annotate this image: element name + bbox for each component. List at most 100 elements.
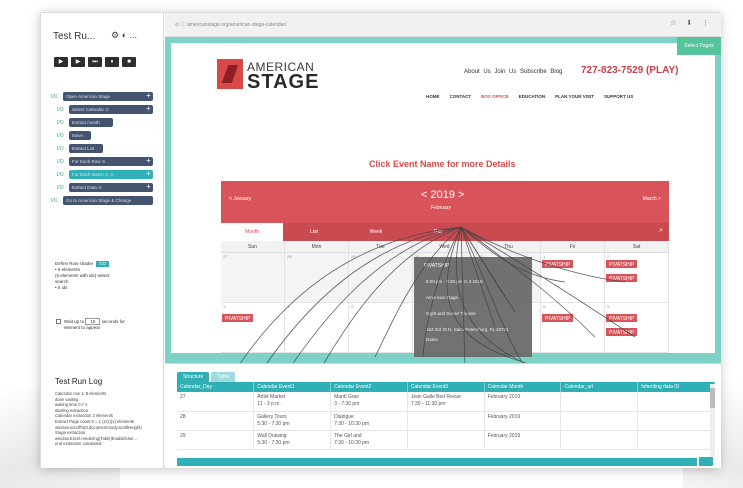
step-config: Define Row shader GO • 6 elements (6 elem… bbox=[55, 261, 155, 291]
event-chip[interactable]: PIVATSHIP bbox=[605, 273, 639, 283]
calendar-cell[interactable]: 5 bbox=[349, 303, 413, 353]
io-label: I/O bbox=[51, 197, 58, 204]
top-links[interactable]: About Us Join Us Subscribe Blog bbox=[464, 69, 562, 75]
io-label: I/O bbox=[57, 119, 64, 126]
tab-month[interactable]: Month bbox=[221, 223, 283, 241]
nav-home[interactable]: HOME bbox=[426, 94, 440, 99]
nav-contact[interactable]: CONTACT bbox=[450, 94, 472, 99]
weekday-label: Mon bbox=[285, 241, 349, 252]
url-text[interactable]: ⊙ ⓘ americanstage.org/american-stage-cal… bbox=[175, 21, 286, 28]
step-item[interactable]: I/O Go to American Stage & Change bbox=[51, 195, 163, 206]
step-box[interactable]: Extract Data ⊙ + bbox=[69, 183, 153, 192]
calendar-cell[interactable]: 4 bbox=[285, 303, 349, 353]
table-row[interactable]: 27 Artist Market 11 - 3 p.m. Mardi Gras … bbox=[177, 392, 715, 412]
step-box[interactable]: Extract List bbox=[69, 144, 103, 153]
panel-tabs: Structure Table bbox=[177, 372, 236, 382]
nav-plan-your-visit[interactable]: PLAN YOUR VISIT bbox=[555, 94, 594, 99]
tab-list[interactable]: List bbox=[283, 223, 345, 241]
settings-icon[interactable]: ⚙ ◐ ... bbox=[111, 30, 137, 41]
calendar-cell[interactable]: 29 bbox=[349, 253, 413, 303]
calendar-cell[interactable]: 27 bbox=[221, 253, 285, 303]
calendar-header: < January < 2019 > February March > bbox=[221, 181, 669, 223]
table-cell: Dialogue 7:30 - 10:30 pm bbox=[330, 411, 408, 431]
add-step-icon[interactable]: + bbox=[144, 183, 153, 192]
event-chip[interactable]: PIVATSHIP bbox=[605, 313, 639, 323]
step-box[interactable]: Select Calendar ⊙ + bbox=[69, 105, 153, 114]
event-chip[interactable]: PIVATSHIP bbox=[605, 327, 639, 337]
column-header[interactable]: Calendar Event3 bbox=[407, 382, 485, 392]
go-button[interactable]: GO bbox=[96, 261, 110, 267]
column-header[interactable]: Calendar_url bbox=[560, 382, 639, 392]
play-button[interactable]: ▶ bbox=[54, 57, 68, 67]
logo-text-stage[interactable]: STAGE bbox=[247, 71, 319, 94]
panel-footer-button[interactable] bbox=[699, 457, 713, 466]
log-line: end extraction calculated bbox=[55, 441, 102, 447]
address-bar[interactable]: ⊙ ⓘ americanstage.org/american-stage-cal… bbox=[165, 13, 721, 37]
step-item[interactable]: I/O Open American Stage + bbox=[51, 91, 163, 102]
step-box[interactable]: Go to American Stage & Change bbox=[63, 196, 153, 205]
tab-table[interactable]: Table bbox=[211, 372, 236, 382]
calendar-view-tabs: Month List Week Day ⌕ bbox=[221, 223, 669, 241]
step-box-selected[interactable]: For Each Match ⊙ ⊙ + bbox=[69, 170, 153, 179]
pause-button[interactable]: ⏸ bbox=[105, 57, 119, 67]
calendar-cell[interactable]: 28 bbox=[285, 253, 349, 303]
phone-number[interactable]: 727-823-7529 (PLAY) bbox=[581, 65, 678, 76]
step-item[interactable]: I/O Extract List bbox=[51, 143, 163, 154]
tab-day[interactable]: Day bbox=[407, 223, 469, 241]
step-box[interactable]: For Each Row ⊙ + bbox=[69, 157, 153, 166]
add-step-icon[interactable]: + bbox=[144, 170, 153, 179]
table-cell bbox=[560, 392, 639, 412]
column-header[interactable]: Calendar Event2 bbox=[330, 382, 408, 392]
step-item[interactable]: I/O Select Calendar ⊙ + bbox=[51, 104, 163, 115]
skip-button[interactable]: ⏭ bbox=[88, 57, 102, 67]
stop-button[interactable]: ■ bbox=[122, 57, 136, 67]
prev-month-link[interactable]: < January bbox=[229, 196, 251, 202]
column-header[interactable]: Calendar Month bbox=[484, 382, 562, 392]
table-row[interactable]: 28 Gallery Tours 5:30 - 7:30 pm Dialogue… bbox=[177, 411, 715, 431]
weekday-label: Wed bbox=[413, 241, 477, 252]
wait-checkbox[interactable] bbox=[56, 319, 61, 325]
browser-menu-icons[interactable]: ☆ ⬇ ⋮ bbox=[670, 19, 713, 27]
column-header[interactable]: Calendar Event1 bbox=[253, 382, 332, 392]
calendar-year[interactable]: < 2019 > bbox=[421, 189, 464, 201]
column-header[interactable]: Inheriting data ID bbox=[637, 382, 715, 392]
weekday-label: Fri bbox=[541, 241, 605, 252]
search-icon[interactable]: ⌕ bbox=[659, 227, 663, 235]
nav-box-office[interactable]: BOX OFFICE bbox=[481, 94, 509, 99]
nav-support-us[interactable]: SUPPORT US bbox=[604, 94, 633, 99]
tab-structure[interactable]: Structure bbox=[177, 372, 210, 382]
calendar-cell[interactable]: 3 bbox=[221, 303, 285, 353]
add-step-icon[interactable]: + bbox=[144, 157, 153, 166]
event-chip[interactable]: PIVATSHIP bbox=[605, 259, 639, 269]
wait-seconds-input[interactable]: 10 bbox=[85, 318, 101, 325]
tab-week[interactable]: Week bbox=[345, 223, 407, 241]
step-item[interactable]: I/O Move bbox=[51, 130, 163, 141]
step-box[interactable]: Move bbox=[69, 131, 91, 140]
table-row[interactable]: 29 Wall Drawing 5:30 - 7:30 pm The Girl … bbox=[177, 430, 715, 450]
event-chip[interactable]: PIVATSHIP bbox=[541, 313, 575, 323]
step-item[interactable]: I/O For Each Row ⊙ + bbox=[51, 156, 163, 167]
select-pages-button[interactable]: Select Pages bbox=[677, 37, 721, 55]
next-month-link[interactable]: March > bbox=[643, 196, 661, 202]
run-log: Calendar row 1: 9 elements done waiting … bbox=[55, 391, 155, 447]
event-popup[interactable]: PIVATSHIP 8:00 pm - 9:30 pm ⊙ 3 2019 Ame… bbox=[414, 257, 532, 357]
add-step-icon[interactable]: + bbox=[144, 92, 153, 101]
american-stage-logo-icon[interactable] bbox=[217, 59, 243, 89]
step-box[interactable]: Extract month bbox=[69, 118, 113, 127]
event-chip[interactable]: PIVATSHIP bbox=[221, 313, 255, 323]
step-box[interactable]: Open American Stage + bbox=[63, 92, 153, 101]
table-cell: February 2019 bbox=[484, 411, 562, 431]
popup-title[interactable]: PIVATSHIP bbox=[424, 263, 449, 269]
table-scrollbar[interactable] bbox=[710, 384, 715, 459]
nav-education[interactable]: EDUCATION bbox=[519, 94, 545, 99]
step-item[interactable]: I/O Extract Data ⊙ + bbox=[51, 182, 163, 193]
calendar-cell[interactable]: 8 bbox=[541, 303, 605, 353]
event-chip[interactable]: PIVATSHIP bbox=[541, 259, 575, 269]
step-button[interactable]: ▶ bbox=[71, 57, 85, 67]
step-item[interactable]: I/O For Each Match ⊙ ⊙ + bbox=[51, 169, 163, 180]
add-step-icon[interactable]: + bbox=[144, 105, 153, 114]
table-cell: Artist Market 11 - 3 p.m. bbox=[253, 392, 332, 412]
io-label: I/O bbox=[57, 171, 64, 178]
column-header[interactable]: Calendar_Day bbox=[177, 382, 255, 392]
step-item[interactable]: I/O Extract month bbox=[51, 117, 163, 128]
